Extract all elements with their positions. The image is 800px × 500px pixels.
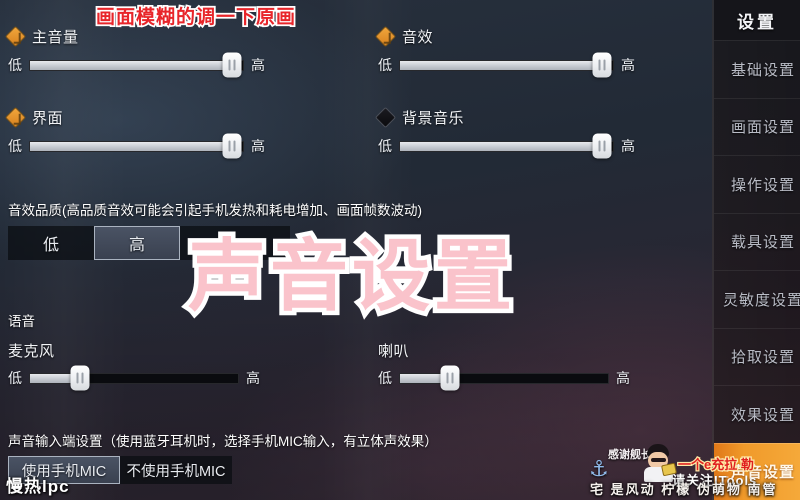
ui-volume-slider[interactable] [29, 133, 244, 159]
voice-section-label-wrap: 语音 [8, 310, 35, 330]
volume-control-bgm: 背景音乐 低 高 [374, 106, 668, 159]
slider-fill [30, 141, 233, 151]
sfx-volume-label: 音效 [402, 28, 434, 46]
master-volume-header: 主音量 [4, 25, 298, 47]
slider-high-label: 高 [251, 138, 265, 154]
watermark-left: 慢热lpc [6, 477, 70, 496]
volume-control-ui: 界面 低 高 [4, 106, 298, 159]
speaker-slider[interactable] [399, 365, 609, 391]
bgm-volume-slider[interactable] [399, 133, 614, 159]
ui-volume-label: 界面 [32, 109, 64, 127]
slider-fill [400, 141, 603, 151]
input-device-section: 声音输入端设置（使用蓝牙耳机时，选择手机MIC输入，有立体声效果） 使用手机MI… [8, 430, 438, 484]
sidebar-item-graphics[interactable]: 画面设置 [714, 97, 800, 155]
sidebar-item-controls[interactable]: 操作设置 [714, 155, 800, 213]
sfx-volume-slider-row: 低 高 [378, 52, 668, 78]
input-device-option-no-phone-mic[interactable]: 不使用手机MIC [120, 456, 232, 484]
slider-fill [400, 60, 603, 70]
volume-control-master: 主音量 低 高 [4, 25, 298, 78]
microphone-header: 麦克风 [8, 341, 308, 360]
sfx-volume-slider[interactable] [399, 52, 614, 78]
streamer-overlay-cluster: ⚓ 感谢舰长 一个e充拉 勒 请关注ITools 宅 是风动 柠檬 伪萌物 南管 [580, 428, 800, 500]
slider-low-label: 低 [8, 138, 22, 154]
sfx-volume-header: 音效 [374, 25, 668, 47]
master-volume-label: 主音量 [32, 28, 79, 46]
master-volume-slider-row: 低 高 [8, 52, 298, 78]
audio-quality-option-high[interactable]: 高 [94, 226, 180, 260]
microphone-slider[interactable] [29, 365, 239, 391]
bgm-volume-slider-row: 低 高 [378, 133, 668, 159]
checkbox-diamond-icon[interactable] [374, 106, 397, 128]
slider-low-label: 低 [378, 370, 392, 386]
bgm-volume-label: 背景音乐 [402, 109, 465, 127]
volume-control-sfx: 音效 低 高 [374, 25, 668, 78]
slider-low-label: 低 [8, 57, 22, 73]
checkbox-diamond-icon[interactable] [4, 106, 27, 128]
slider-high-label: 高 [621, 138, 635, 154]
slider-high-label: 高 [616, 370, 630, 386]
ui-volume-slider-row: 低 高 [8, 133, 298, 159]
speaker-label: 喇叭 [378, 342, 410, 360]
avatar-eyes [651, 458, 666, 462]
top-banner-text: 画面模糊的调一下原画 [94, 5, 297, 30]
sidebar-header: 设置 [714, 0, 800, 40]
slider-high-label: 高 [621, 57, 635, 73]
bgm-volume-header: 背景音乐 [374, 106, 668, 128]
slider-knob[interactable] [440, 365, 460, 391]
slider-knob[interactable] [70, 365, 90, 391]
slider-low-label: 低 [378, 138, 392, 154]
game-settings-screen: 主音量 低 高 音效 低 高 界面 低 高 背景音乐 低 高 音效品质(高品质音… [0, 0, 800, 500]
slider-knob[interactable] [592, 133, 612, 159]
slider-high-label: 高 [246, 370, 260, 386]
slider-knob[interactable] [222, 133, 242, 159]
checkbox-diamond-icon[interactable] [374, 25, 397, 47]
input-device-title: 声音输入端设置（使用蓝牙耳机时，选择手机MIC输入，有立体声效果） [8, 434, 438, 449]
master-volume-slider[interactable] [29, 52, 244, 78]
slider-low-label: 低 [8, 370, 22, 386]
ui-volume-header: 界面 [4, 106, 298, 128]
sidebar-item-pickup[interactable]: 拾取设置 [714, 327, 800, 385]
slider-high-label: 高 [251, 57, 265, 73]
voice-control-microphone: 麦克风 低 高 [8, 341, 308, 391]
microphone-slider-row: 低 高 [8, 365, 308, 391]
slider-knob[interactable] [592, 52, 612, 78]
slider-low-label: 低 [378, 57, 392, 73]
speaker-header: 喇叭 [378, 341, 678, 360]
input-device-options: 使用手机MIC 不使用手机MIC [8, 456, 438, 484]
sidebar-item-sensitivity[interactable]: 灵敏度设置 [714, 270, 800, 328]
speaker-slider-row: 低 高 [378, 365, 678, 391]
avatar [642, 444, 677, 482]
audio-quality-option-low[interactable]: 低 [8, 226, 94, 260]
voice-section-label: 语音 [8, 314, 35, 329]
big-title-overlay: 声音设置 [183, 228, 517, 325]
slider-knob[interactable] [222, 52, 242, 78]
sidebar-item-basic[interactable]: 基础设置 [714, 40, 800, 98]
slider-fill [30, 60, 233, 70]
voice-control-speaker: 喇叭 低 高 [378, 341, 678, 391]
settings-sidebar: 设置 基础设置 画面设置 操作设置 载具设置 灵敏度设置 拾取设置 效果设置 声… [712, 0, 800, 500]
microphone-label: 麦克风 [8, 342, 55, 360]
supporters-line: 宅 是风动 柠檬 伪萌物 南管 [590, 482, 778, 497]
checkbox-diamond-icon[interactable] [4, 25, 27, 47]
sidebar-item-vehicle[interactable]: 载具设置 [714, 212, 800, 270]
